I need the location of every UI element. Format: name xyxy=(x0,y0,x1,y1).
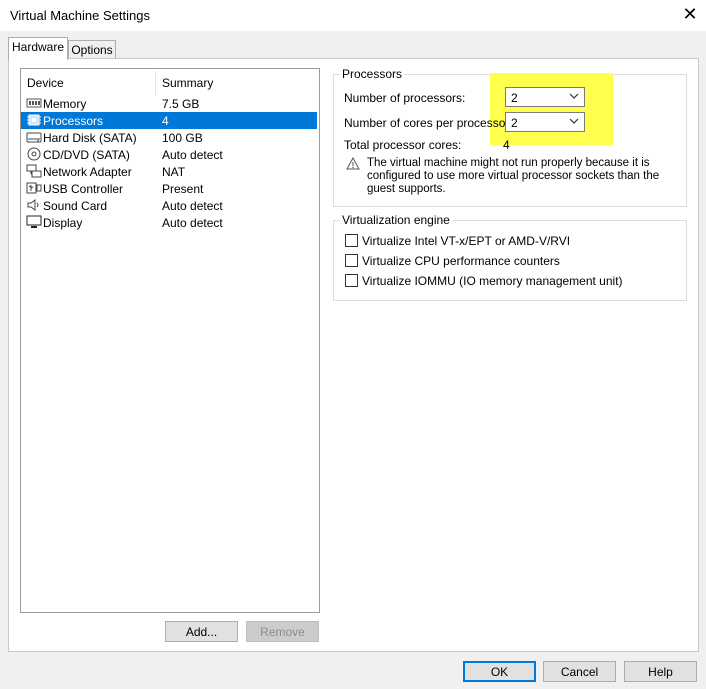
device-row-display[interactable]: Display Auto detect xyxy=(21,214,317,231)
device-row-processors[interactable]: Processors 4 xyxy=(21,112,317,129)
device-summary: Auto detect xyxy=(162,216,223,230)
virtualize-iommu-checkbox[interactable] xyxy=(345,274,358,287)
device-row-hard-disk[interactable]: Hard Disk (SATA) 100 GB xyxy=(21,129,317,146)
processors-group-title: Processors xyxy=(340,67,405,81)
device-row-memory[interactable]: Memory 7.5 GB xyxy=(21,95,317,112)
device-name: USB Controller xyxy=(43,182,124,196)
hard-disk-icon xyxy=(26,132,42,143)
virtualization-group-title: Virtualization engine xyxy=(340,213,452,227)
tab-hardware[interactable]: Hardware xyxy=(8,37,68,60)
processor-warning-text: The virtual machine might not run proper… xyxy=(367,157,660,195)
device-summary: Auto detect xyxy=(162,199,223,213)
cores-per-processor-label: Number of cores per processor: xyxy=(344,116,513,130)
total-cores-label: Total processor cores: xyxy=(344,138,462,152)
virtualize-cpu-counters-checkbox[interactable] xyxy=(345,254,358,267)
warning-icon xyxy=(346,157,360,170)
virtualize-vtx-label[interactable]: Virtualize Intel VT-x/EPT or AMD-V/RVI xyxy=(362,234,570,248)
cancel-button[interactable]: Cancel xyxy=(543,661,616,682)
device-summary: 100 GB xyxy=(162,131,203,145)
ok-button[interactable]: OK xyxy=(463,661,536,682)
total-cores-value: 4 xyxy=(503,138,510,152)
device-summary: Auto detect xyxy=(162,148,223,162)
column-header-summary[interactable]: Summary xyxy=(162,76,213,90)
device-name: Memory xyxy=(43,97,87,111)
tab-options[interactable]: Options xyxy=(68,40,116,60)
device-row-usb-controller[interactable]: USB Controller Present xyxy=(21,180,317,197)
virtualize-vtx-checkbox[interactable] xyxy=(345,234,358,247)
device-row-sound-card[interactable]: Sound Card Auto detect xyxy=(21,197,317,214)
network-adapter-icon xyxy=(26,164,42,178)
title-bar: Virtual Machine Settings ✕ xyxy=(0,0,706,31)
cores-per-processor-dropdown[interactable]: 2 xyxy=(505,112,585,132)
device-row-cd-dvd[interactable]: CD/DVD (SATA) Auto detect xyxy=(21,146,317,163)
column-header-device[interactable]: Device xyxy=(27,76,64,90)
highlight-overlay xyxy=(490,73,613,145)
processor-icon xyxy=(27,114,41,126)
memory-icon xyxy=(26,98,42,108)
num-processors-dropdown[interactable]: 2 xyxy=(505,87,585,107)
num-processors-label: Number of processors: xyxy=(344,91,466,105)
device-row-network-adapter[interactable]: Network Adapter NAT xyxy=(21,163,317,180)
device-summary: Present xyxy=(162,182,204,196)
virtualize-cpu-counters-label[interactable]: Virtualize CPU performance counters xyxy=(362,254,560,268)
remove-button[interactable]: Remove xyxy=(246,621,319,642)
window-title: Virtual Machine Settings xyxy=(10,8,150,23)
usb-icon xyxy=(26,182,42,194)
num-processors-value: 2 xyxy=(511,91,518,105)
device-summary: NAT xyxy=(162,165,186,179)
chevron-down-icon xyxy=(569,93,579,99)
device-name: Display xyxy=(43,216,83,230)
monitor-icon xyxy=(26,215,42,228)
close-icon[interactable]: ✕ xyxy=(682,4,698,24)
device-name: Hard Disk (SATA) xyxy=(43,131,137,145)
device-name: CD/DVD (SATA) xyxy=(43,148,130,162)
column-separator xyxy=(155,71,156,95)
device-name: Processors xyxy=(43,114,104,128)
speaker-icon xyxy=(27,199,39,211)
help-button[interactable]: Help xyxy=(624,661,697,682)
add-button[interactable]: Add... xyxy=(165,621,238,642)
virtualize-iommu-label[interactable]: Virtualize IOMMU (IO memory management u… xyxy=(362,274,623,288)
device-name: Sound Card xyxy=(43,199,108,213)
device-list[interactable]: Device Summary Memory 7.5 GB Processors … xyxy=(20,68,320,613)
device-summary: 4 xyxy=(162,114,169,128)
device-name: Network Adapter xyxy=(43,165,132,179)
cores-per-processor-value: 2 xyxy=(511,116,518,130)
device-summary: 7.5 GB xyxy=(162,97,200,111)
chevron-down-icon xyxy=(569,118,579,124)
cd-dvd-icon xyxy=(27,147,41,161)
